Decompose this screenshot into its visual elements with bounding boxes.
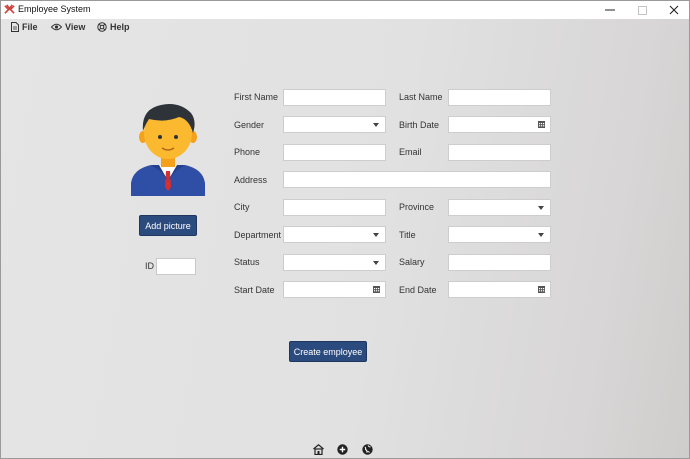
province-select[interactable]	[448, 199, 551, 216]
menu-bar: File View Help	[1, 19, 689, 37]
start-date-label: Start Date	[234, 285, 275, 295]
minimize-icon	[605, 9, 615, 11]
email-label: Email	[399, 147, 422, 157]
lifebuoy-icon	[97, 22, 107, 32]
phone-field[interactable]	[283, 144, 386, 161]
first-name-field[interactable]	[283, 89, 386, 106]
start-date-picker[interactable]	[283, 281, 386, 298]
last-name-label: Last Name	[399, 92, 443, 102]
chevron-down-icon	[538, 233, 544, 237]
city-label: City	[234, 202, 250, 212]
province-label: Province	[399, 202, 435, 212]
chevron-down-icon	[373, 233, 379, 237]
salary-label: Salary	[399, 257, 425, 267]
first-name-label: First Name	[234, 92, 279, 102]
phone-label: Phone	[234, 147, 261, 157]
city-field[interactable]	[283, 199, 386, 216]
menu-help-label: Help	[110, 22, 130, 32]
department-label: Department	[234, 230, 282, 240]
window-title: Employee System	[18, 4, 91, 14]
menu-view-label: View	[65, 22, 86, 32]
chevron-down-icon	[373, 261, 379, 265]
end-date-picker[interactable]	[448, 281, 551, 298]
birth-date-picker[interactable]	[448, 116, 551, 133]
app-window: Employee System File View Help Add pictu…	[0, 0, 690, 459]
chevron-down-icon	[373, 123, 379, 127]
id-field[interactable]	[156, 258, 196, 275]
calendar-icon[interactable]	[538, 286, 545, 293]
address-field[interactable]	[283, 171, 551, 188]
create-employee-button[interactable]: Create employee	[289, 341, 367, 362]
status-select[interactable]	[283, 254, 386, 271]
maximize-button[interactable]	[627, 1, 657, 19]
add-circle-icon[interactable]	[337, 444, 348, 455]
menu-help[interactable]: Help	[97, 22, 130, 32]
salary-field[interactable]	[448, 254, 551, 271]
menu-view[interactable]: View	[51, 22, 85, 32]
address-label: Address	[234, 175, 268, 185]
birth-date-label: Birth Date	[399, 120, 440, 130]
maximize-icon	[637, 5, 647, 15]
calendar-icon[interactable]	[373, 286, 380, 293]
avatar	[131, 104, 205, 196]
email-field[interactable]	[448, 144, 551, 161]
eye-icon	[51, 23, 62, 31]
title-label: Title	[399, 230, 416, 240]
close-icon	[669, 5, 679, 15]
calendar-icon[interactable]	[538, 121, 545, 128]
title-bar: Employee System	[1, 1, 689, 19]
id-label: ID	[145, 261, 154, 271]
chevron-down-icon	[538, 206, 544, 210]
menu-file[interactable]: File	[11, 22, 38, 32]
end-date-label: End Date	[399, 285, 437, 295]
minimize-button[interactable]	[595, 1, 625, 19]
department-select[interactable]	[283, 226, 386, 243]
title-select[interactable]	[448, 226, 551, 243]
status-label: Status	[234, 257, 260, 267]
last-name-field[interactable]	[448, 89, 551, 106]
gender-label: Gender	[234, 120, 265, 130]
menu-file-label: File	[22, 22, 38, 32]
app-logo-icon	[4, 4, 15, 14]
close-button[interactable]	[659, 1, 689, 19]
globe-icon[interactable]	[362, 444, 373, 455]
home-icon[interactable]	[313, 444, 324, 455]
document-icon	[11, 22, 19, 32]
main-content: File View Help Add picture ID First Name…	[1, 19, 689, 458]
gender-select[interactable]	[283, 116, 386, 133]
add-picture-button[interactable]: Add picture	[139, 215, 197, 236]
